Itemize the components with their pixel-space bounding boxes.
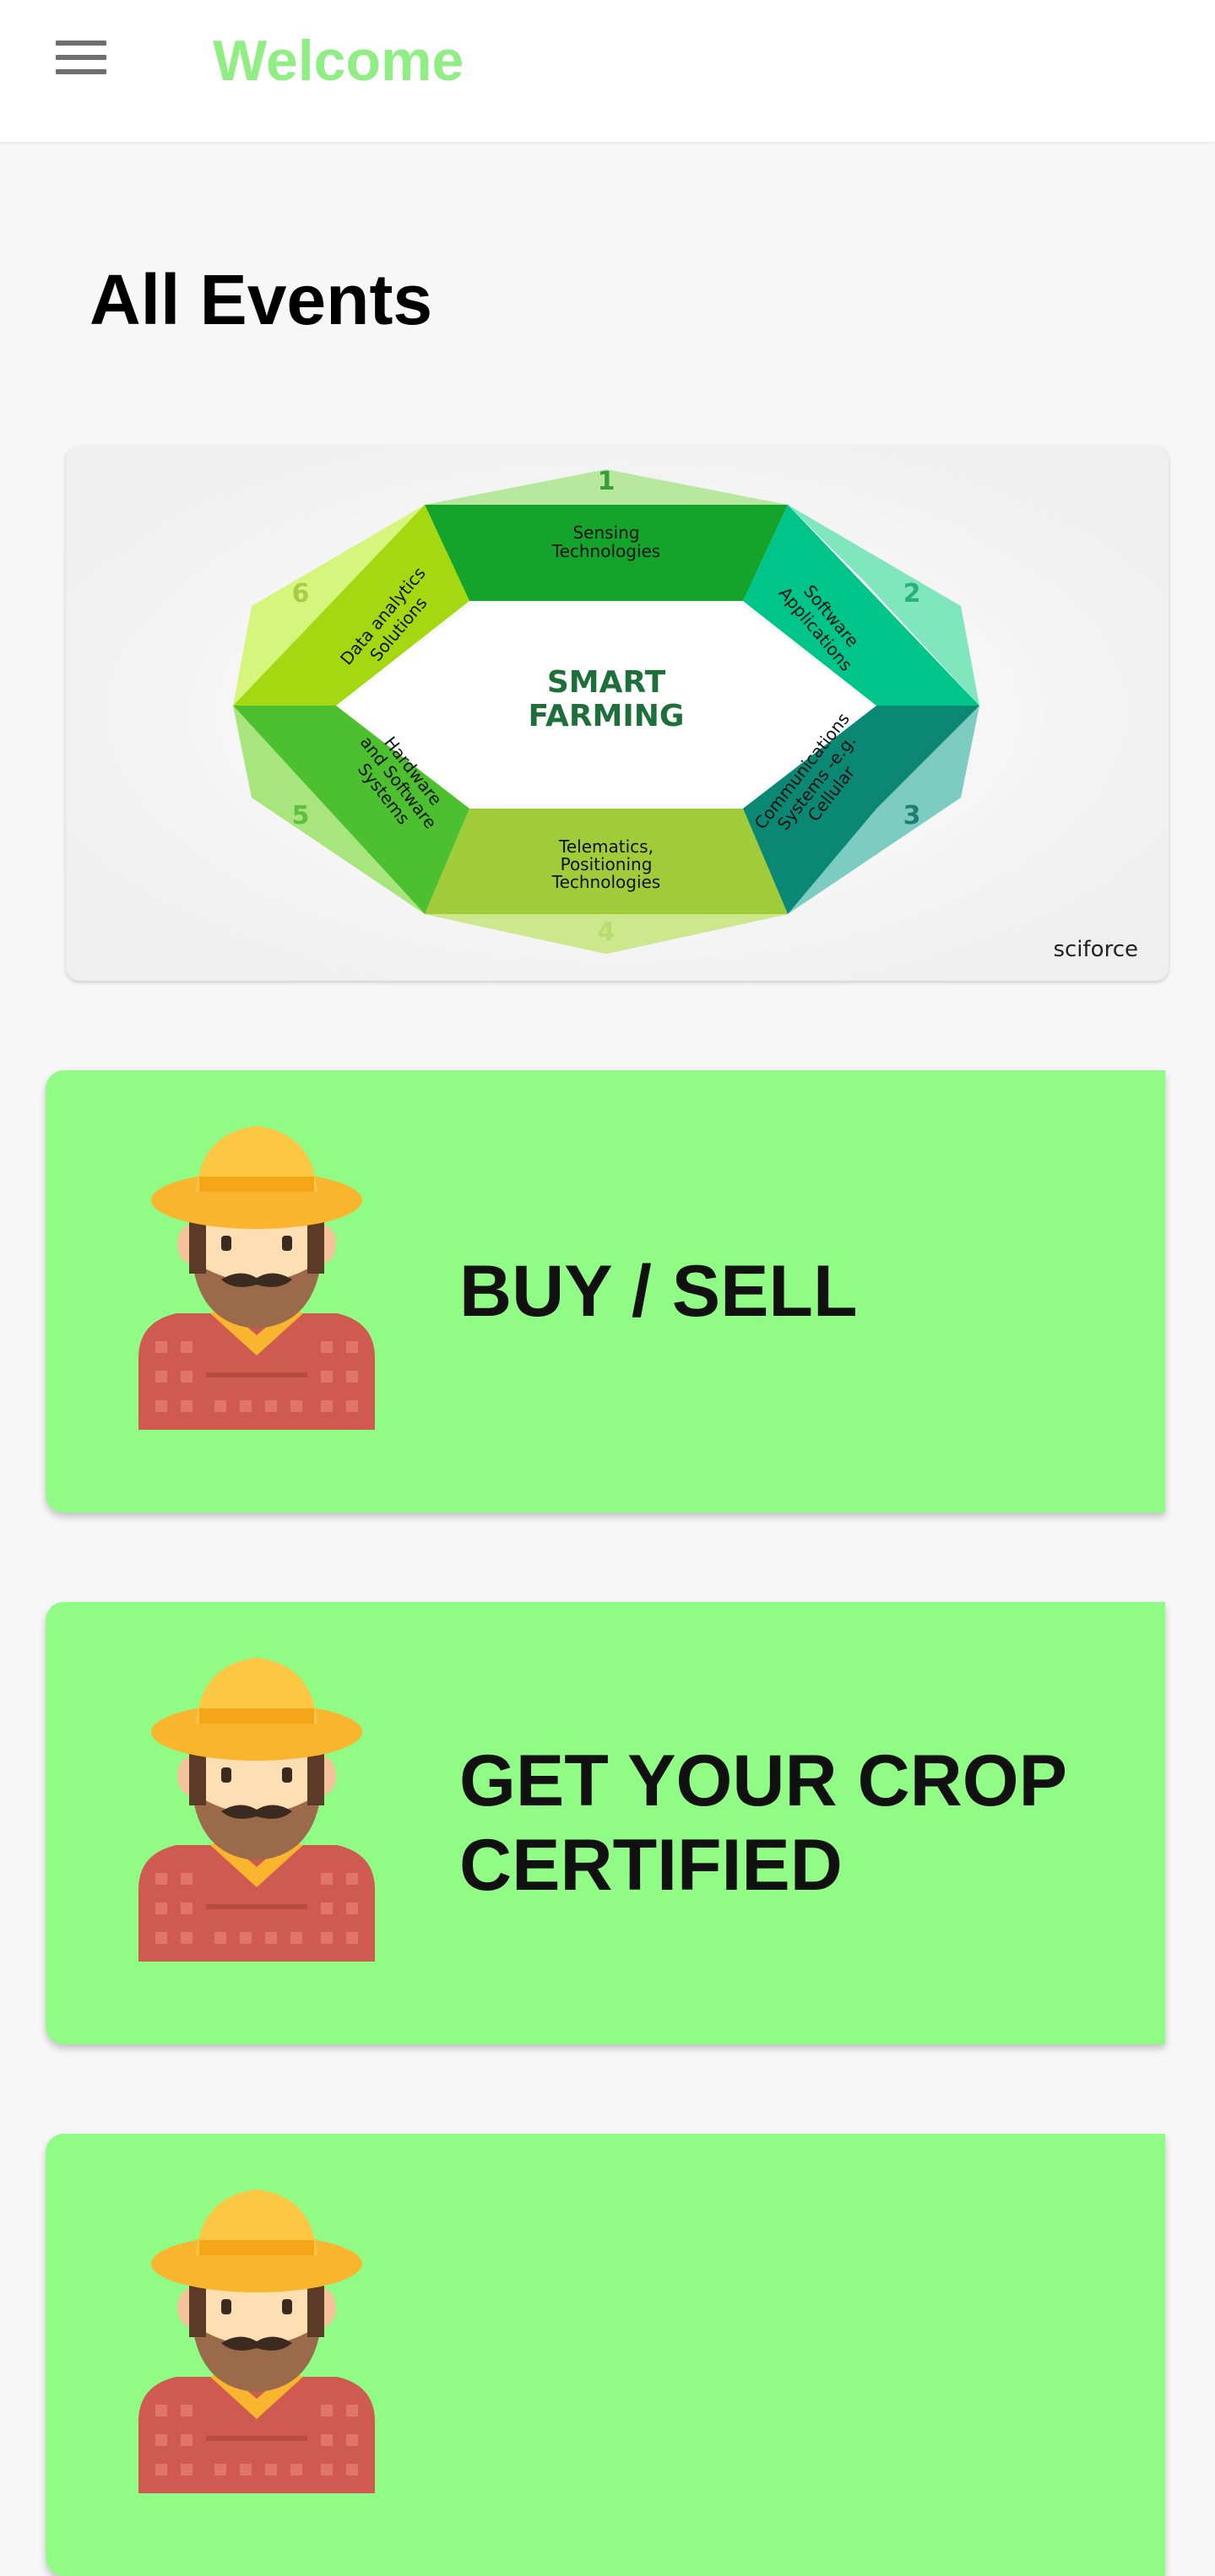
segment-label: Technologies: [551, 872, 660, 892]
segment-number: 1: [598, 467, 616, 496]
brand-logo: sciforce: [1053, 937, 1138, 962]
third-card[interactable]: [46, 2134, 1165, 2576]
segment-number: 4: [598, 917, 616, 947]
segment-number: 5: [292, 801, 310, 831]
app-bar: Welcome: [0, 0, 1215, 142]
card-label: [459, 2134, 1115, 2576]
center-title-line1: SMART: [547, 665, 666, 700]
card-label: GET YOUR CROP CERTIFIED: [459, 1740, 1066, 1906]
crop-certification-card[interactable]: GET YOUR CROP CERTIFIED: [46, 1602, 1165, 2044]
segment-number: 2: [903, 579, 921, 609]
farmer-avatar-icon: [130, 1658, 383, 1962]
hamburger-menu-icon[interactable]: [51, 37, 111, 81]
page-title: All Events: [89, 260, 433, 339]
card-label: BUY / SELL: [459, 1251, 858, 1332]
center-title-line2: FARMING: [529, 699, 685, 733]
segment-number: 6: [292, 579, 310, 609]
farmer-avatar-icon: [130, 1126, 383, 1430]
smart-farming-diagram: SMART FARMING 1 2 3 4 5 6 Sensing Techno…: [66, 446, 1169, 981]
farmer-avatar-icon: [130, 2189, 383, 2493]
segment-label: Sensing: [572, 522, 639, 543]
app-title: Welcome: [213, 29, 464, 93]
smart-farming-banner[interactable]: SMART FARMING 1 2 3 4 5 6 Sensing Techno…: [66, 446, 1169, 981]
segment-number: 3: [903, 801, 921, 831]
buy-sell-card[interactable]: BUY / SELL: [46, 1070, 1165, 1513]
segment-label: Technologies: [551, 541, 660, 561]
